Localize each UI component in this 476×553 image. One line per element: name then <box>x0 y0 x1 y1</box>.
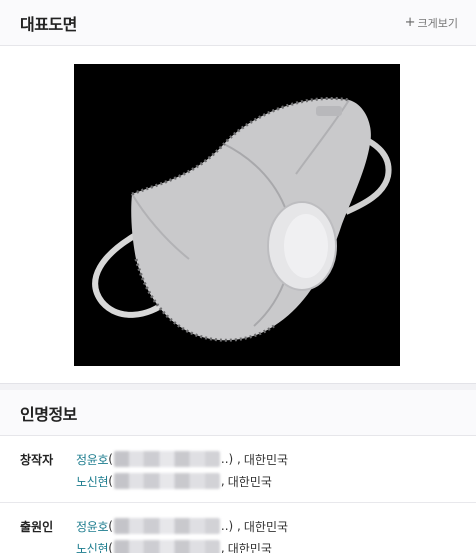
person-name-link[interactable]: 노신현 <box>76 473 109 490</box>
representative-drawing-title: 대표도면 <box>20 14 77 34</box>
redacted-address <box>113 518 220 534</box>
creators-row: 창작자 정윤호 ( ..) , 대한민국 노신현 ( , 대한민국 <box>0 436 476 498</box>
representative-drawing-area <box>0 46 476 384</box>
applicants-row: 출원인 정윤호 ( ..) , 대한민국 노신현 ( , 대한민국 <box>0 502 476 553</box>
person-info-header: 인명정보 <box>0 390 476 436</box>
representative-drawing-header: 대표도면 + 크게보기 <box>0 0 476 46</box>
creators-label: 창작자 <box>20 453 54 467</box>
person-info-title: 인명정보 <box>20 404 77 424</box>
country: 대한민국 <box>243 519 289 534</box>
enlarge-button[interactable]: + 크게보기 <box>405 15 458 31</box>
creator-item: 정윤호 ( ..) , 대한민국 <box>76 451 289 468</box>
country: 대한민국 <box>227 474 272 489</box>
creators-list: 정윤호 ( ..) , 대한민국 노신현 ( , 대한민국 <box>76 448 476 492</box>
applicant-item: 정윤호 ( ..) , 대한민국 <box>76 518 289 535</box>
applicant-item: 노신현 ( , 대한민국 <box>76 537 476 553</box>
person-name-link[interactable]: 노신현 <box>76 540 109 553</box>
country: 대한민국 <box>243 452 289 467</box>
redacted-address <box>113 451 220 467</box>
person-name-link[interactable]: 정윤호 <box>76 451 109 468</box>
enlarge-label: 크게보기 <box>417 16 458 30</box>
country: 대한민국 <box>227 541 272 553</box>
redacted-address <box>113 473 220 489</box>
redacted-address <box>113 540 220 553</box>
creator-item: 노신현 ( , 대한민국 <box>76 473 272 490</box>
applicants-list: 정윤호 ( ..) , 대한민국 노신현 ( , 대한민국 <box>76 515 476 553</box>
plus-icon: + <box>404 15 416 30</box>
mask-drawing-image[interactable] <box>74 64 400 366</box>
applicants-label: 출원인 <box>20 520 54 534</box>
person-name-link[interactable]: 정윤호 <box>76 518 109 535</box>
